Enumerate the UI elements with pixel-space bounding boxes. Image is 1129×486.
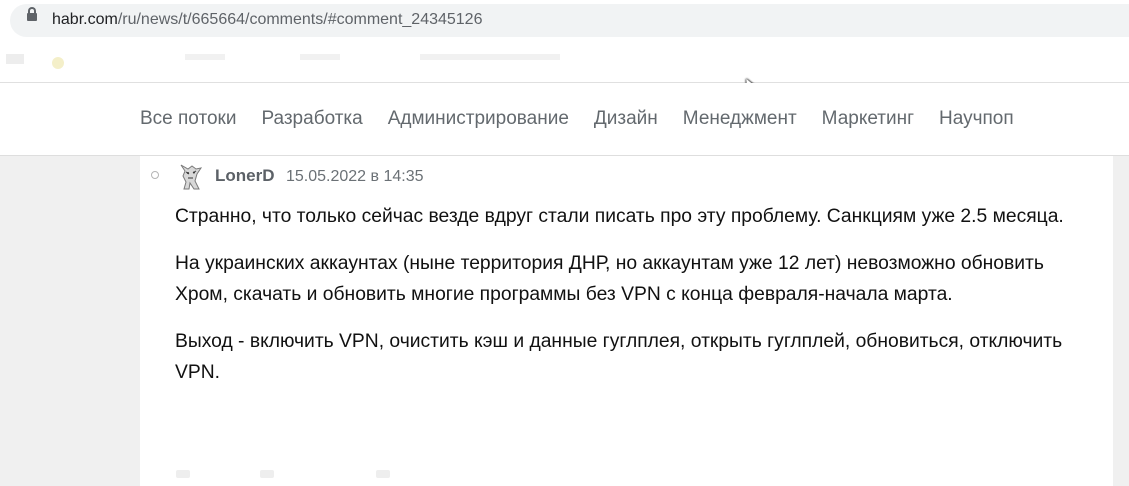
comment-card: LonerD 15.05.2022 в 14:35 Странно, что т… — [140, 156, 1113, 486]
avatar[interactable] — [175, 160, 205, 190]
comment-paragraph: На украинских аккаунтах (ныне территория… — [175, 253, 1044, 305]
nav-list: Все потоки Разработка Администрирование Диз… — [140, 107, 1039, 131]
nav-item[interactable]: Администрирование — [388, 107, 569, 131]
nav-item[interactable]: Маркетинг — [822, 107, 914, 131]
url-host: habr.com — [52, 11, 118, 28]
site-nav: Все потоки Разработка Администрирование Диз… — [0, 83, 1129, 156]
comment-paragraph: Странно, что только сейчас везде вдруг с… — [175, 206, 1064, 227]
comment-action-icon[interactable] — [376, 470, 390, 478]
comment-action-icon[interactable] — [260, 470, 274, 478]
bookmark-placeholder — [420, 54, 560, 60]
url-field[interactable]: habr.com/ru/news/t/665664/comments/#comm… — [52, 10, 482, 30]
comment-body: Странно, что только сейчас везде вдруг с… — [175, 201, 1070, 404]
comment-paragraph: Выход - включить VPN, очистить кэш и дан… — [175, 331, 1063, 383]
lock-icon[interactable] — [27, 7, 37, 21]
nav-item[interactable]: Разработка — [261, 107, 362, 131]
bookmark-placeholder — [300, 54, 340, 60]
bookmark-favicon-icon — [52, 57, 64, 69]
nav-item[interactable]: Дизайн — [594, 107, 658, 131]
browser-address-bar: habr.com/ru/news/t/665664/comments/#comm… — [0, 0, 1129, 44]
bookmark-placeholder — [6, 54, 24, 64]
nav-item[interactable]: Менеджмент — [683, 107, 797, 131]
comment-action-icon[interactable] — [176, 470, 190, 478]
comment-date[interactable]: 15.05.2022 в 14:35 — [286, 167, 424, 187]
nav-item[interactable]: Все потоки — [140, 107, 236, 131]
url-path: /ru/news/t/665664/comments/#comment_2434… — [117, 11, 483, 28]
bookmark-placeholder — [185, 54, 225, 60]
bookmarks-bar — [0, 44, 1129, 83]
nav-item[interactable]: Научпоп — [939, 107, 1014, 131]
thread-marker-icon[interactable] — [151, 171, 159, 179]
comment-author[interactable]: LonerD — [215, 166, 275, 186]
